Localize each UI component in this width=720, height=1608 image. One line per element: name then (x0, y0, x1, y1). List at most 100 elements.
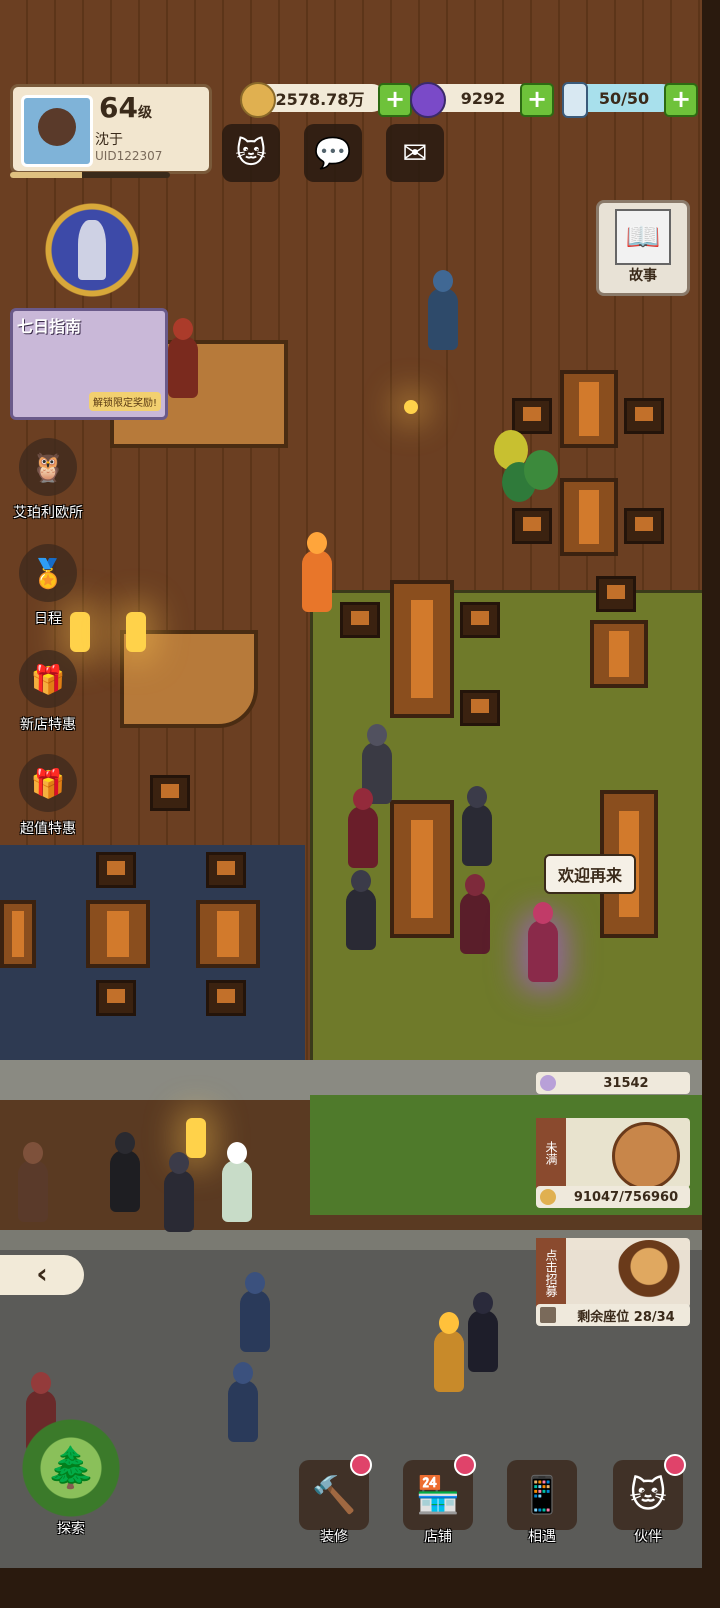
energy-counter: 50/50 (562, 82, 676, 118)
map-icon: 🌲 (16, 1418, 126, 1518)
seven-day-guide[interactable]: 七日指南 解锁限定奖励! (10, 308, 168, 420)
gift-icon: 🎁 (19, 650, 77, 708)
add-energy-button[interactable]: + (664, 83, 698, 117)
badge-icon: 🏅 (19, 544, 77, 602)
lamp (404, 400, 418, 414)
phone-icon: 📱 (507, 1460, 577, 1530)
piggy-progress-value: 91047/756960 (573, 1189, 679, 1205)
piggy-bank-icon (612, 1122, 680, 1190)
piggy-bank-panel[interactable]: 未满 (536, 1118, 690, 1190)
heart-gem-icon (540, 1075, 556, 1091)
gem-value: 9292 (460, 88, 506, 108)
queue-character[interactable] (110, 1150, 140, 1212)
piggy-status-label: 未满 (536, 1118, 566, 1188)
menu-new-shop-deal-label: 新店特惠 (20, 717, 76, 733)
menu-value-deal[interactable]: 🎁 超值特惠 (0, 754, 96, 838)
chair (624, 508, 664, 544)
gem-icon (410, 82, 446, 118)
player-uid: UID122307 (95, 149, 163, 163)
customer-character[interactable] (302, 550, 332, 612)
customer-character[interactable] (462, 804, 492, 866)
guide-title: 七日指南 (17, 317, 82, 336)
add-gems-button[interactable]: + (520, 83, 554, 117)
menu-schedule-label: 日程 (34, 611, 62, 627)
customer-character[interactable] (348, 806, 378, 868)
dining-table[interactable] (390, 580, 454, 718)
energy-value: 50/50 (598, 88, 650, 108)
mail-icon[interactable]: ✉ (386, 124, 444, 182)
story-book-icon: 📖 (615, 209, 671, 265)
owl-icon: 🦉 (19, 438, 77, 496)
coin-icon (540, 1189, 556, 1205)
gold-value: 2578.78万 (275, 90, 365, 109)
nav-explore[interactable]: 🌲 探索 (6, 1418, 136, 1558)
dining-table[interactable] (560, 370, 618, 448)
seat-value: 剩余座位 28/34 (577, 1309, 675, 1325)
add-gold-button[interactable]: + (378, 83, 412, 117)
dining-table[interactable] (390, 800, 454, 938)
chair (96, 852, 136, 888)
menu-value-deal-label: 超值特惠 (20, 821, 76, 837)
menu-apelio[interactable]: 🦉 艾珀利欧所 (0, 438, 96, 522)
staff-character[interactable] (528, 920, 558, 982)
passerby-character[interactable] (228, 1380, 258, 1442)
chair (460, 690, 500, 726)
nav-partner[interactable]: 🐱 伙伴 (604, 1454, 692, 1546)
notification-dot (350, 1454, 372, 1476)
bell-icon (616, 1240, 682, 1306)
player-name: 沈于 (95, 132, 123, 148)
nav-shop[interactable]: 🏪 店铺 (394, 1454, 482, 1546)
piggy-progress: 91047/756960 (536, 1186, 690, 1208)
dining-table[interactable] (560, 478, 618, 556)
xp-bar (10, 172, 170, 178)
staff-character[interactable] (168, 336, 198, 398)
guide-subtitle: 解锁限定奖励! (88, 392, 161, 411)
chair-icon (540, 1307, 556, 1323)
dining-table[interactable] (590, 620, 648, 688)
chair (512, 398, 552, 434)
dining-table[interactable] (0, 900, 36, 968)
queue-character[interactable] (18, 1160, 48, 1222)
nav-encounter-label: 相遇 (528, 1529, 556, 1545)
gift-blue-icon: 🎁 (19, 754, 77, 812)
menu-new-shop-deal[interactable]: 🎁 新店特惠 (0, 650, 96, 734)
bottle-icon (562, 82, 588, 118)
passerby-character[interactable] (434, 1330, 464, 1392)
menu-schedule[interactable]: 🏅 日程 (0, 544, 96, 628)
dining-table[interactable] (196, 900, 260, 968)
xp-fill (10, 172, 82, 178)
nav-decorate[interactable]: 🔨 装修 (290, 1454, 378, 1546)
chair (206, 852, 246, 888)
story-label: 故事 (629, 268, 657, 284)
notification-dot (664, 1454, 686, 1476)
chair (596, 576, 636, 612)
cat-icon[interactable]: 🐱 (222, 124, 280, 182)
lantern (186, 1118, 206, 1158)
customer-character[interactable] (346, 888, 376, 950)
chair (624, 398, 664, 434)
chair (460, 602, 500, 638)
passerby-character[interactable] (240, 1290, 270, 1352)
chat-icon[interactable]: 💬 (304, 124, 362, 182)
tree-crest-icon[interactable] (12, 200, 172, 300)
nav-partner-label: 伙伴 (634, 1529, 662, 1545)
recruit-panel[interactable]: 点击招募 (536, 1238, 690, 1308)
nav-shop-label: 店铺 (424, 1529, 452, 1545)
passerby-character[interactable] (468, 1310, 498, 1372)
menu-apelio-label: 艾珀利欧所 (13, 505, 83, 521)
chair (96, 980, 136, 1016)
dining-table[interactable] (86, 900, 150, 968)
customer-character[interactable] (460, 892, 490, 954)
gold-counter: 2578.78万 (240, 82, 386, 118)
nav-encounter[interactable]: 📱 相遇 (498, 1460, 586, 1546)
story-button[interactable]: 📖 故事 (596, 200, 690, 296)
queue-character[interactable] (164, 1170, 194, 1232)
nav-explore-label: 探索 (57, 1521, 85, 1537)
staff-character[interactable] (428, 288, 458, 350)
avatar (21, 95, 93, 167)
lantern (126, 612, 146, 652)
player-profile-card[interactable]: 64级 沈于 UID122307 (10, 84, 212, 174)
queue-character[interactable] (222, 1160, 252, 1222)
collapse-arrow-button[interactable]: ‹ (0, 1255, 84, 1295)
speech-bubble: 欢迎再来 (544, 854, 637, 894)
